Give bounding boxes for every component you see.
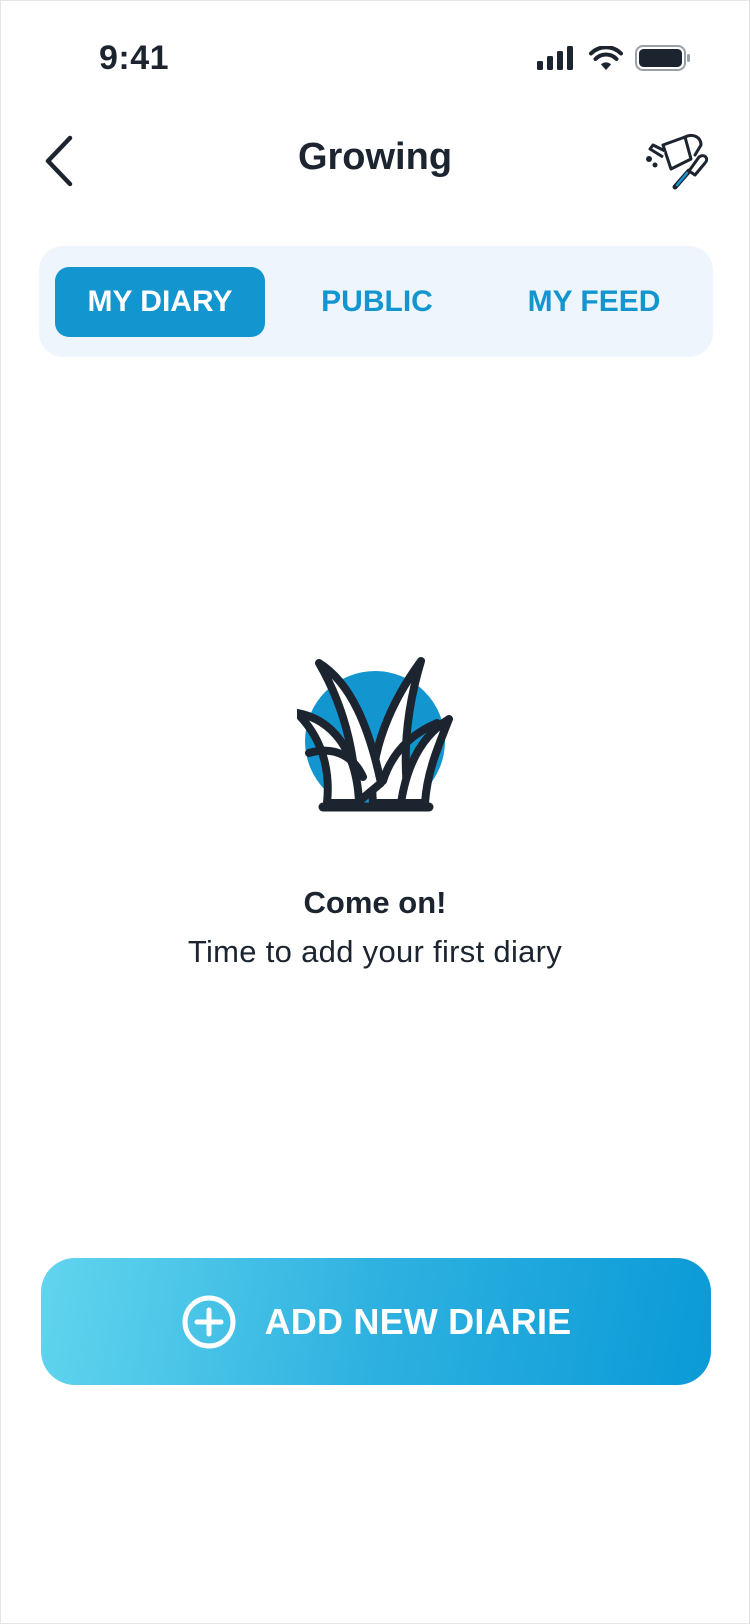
- diary-tabs: MY DIARY PUBLIC MY FEED: [39, 246, 713, 357]
- plus-circle-icon: [182, 1295, 236, 1348]
- wifi-icon: [589, 45, 623, 70]
- app-screen: 9:41 Growing MY DIARY PUBLIC MY FEED Com…: [0, 0, 750, 1624]
- add-new-diary-label: ADD NEW DIARIE: [264, 1300, 572, 1342]
- empty-state-subtitle: Time to add your first diary: [187, 934, 563, 969]
- battery-icon: [635, 45, 690, 71]
- garden-tools-button[interactable]: [645, 129, 711, 191]
- status-time: 9:41: [99, 39, 170, 77]
- add-new-diary-content: ADD NEW DIARIE: [181, 1294, 572, 1350]
- watering-can-icon: [646, 133, 709, 190]
- tab-my-diary[interactable]: MY DIARY: [55, 267, 265, 337]
- cellular-signal-icon: [537, 46, 573, 70]
- add-new-diary-button[interactable]: ADD NEW DIARIE: [41, 1258, 711, 1385]
- tab-my-feed[interactable]: MY FEED: [489, 267, 699, 337]
- status-icons: [537, 45, 691, 71]
- empty-state-title: Come on!: [303, 885, 447, 920]
- tab-public[interactable]: PUBLIC: [287, 267, 467, 337]
- page-title: Growing: [297, 136, 453, 178]
- plant-icon: [297, 657, 453, 812]
